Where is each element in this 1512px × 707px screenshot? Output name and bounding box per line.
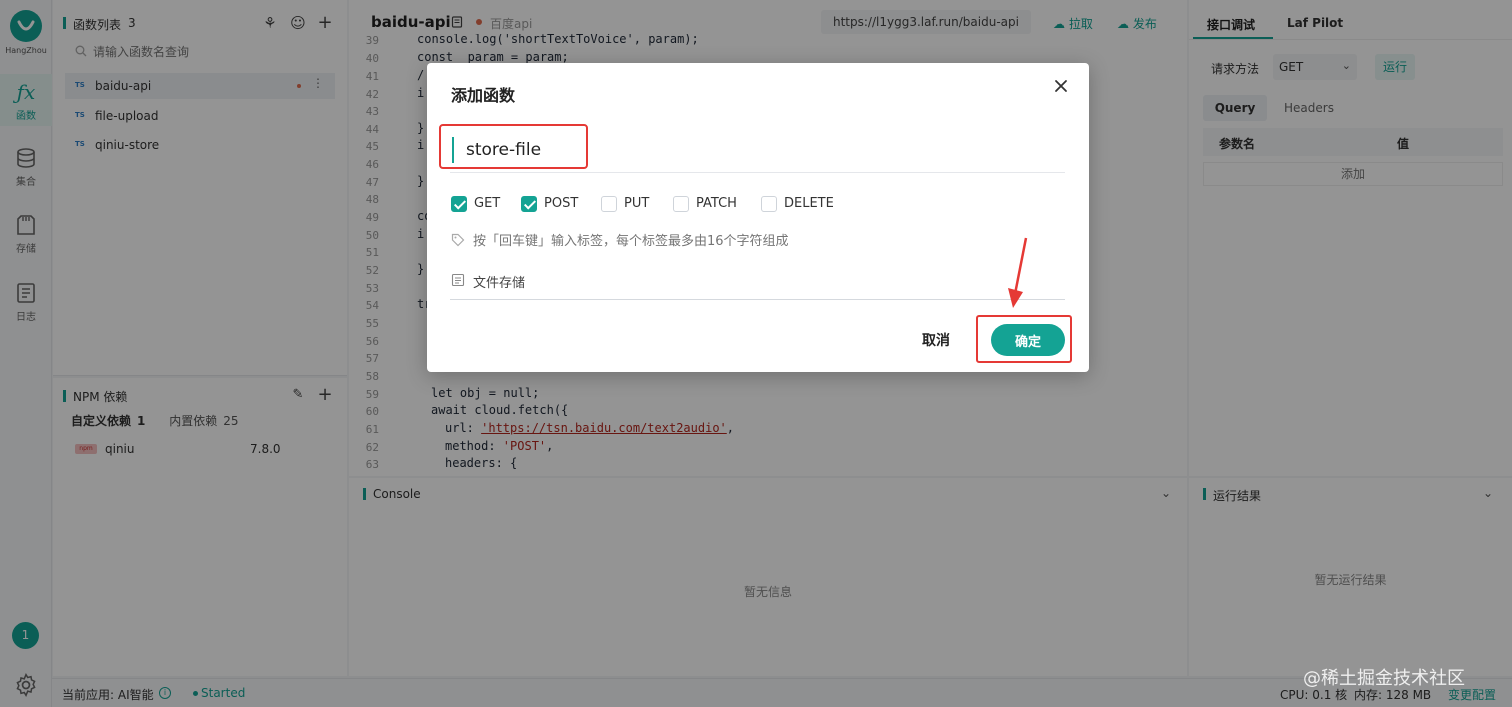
- annotation-arrow-icon: [1008, 237, 1028, 308]
- tag-icon: [451, 233, 465, 247]
- checkbox: [521, 196, 537, 212]
- checkbox: [451, 196, 467, 212]
- description-icon: [451, 273, 465, 287]
- checkbox: [673, 196, 689, 212]
- annotation-highlight-box: [439, 124, 588, 169]
- method-label: POST: [544, 196, 579, 211]
- close-icon[interactable]: [1052, 77, 1070, 95]
- watermark-text: @稀土掘金技术社区: [1303, 668, 1465, 689]
- method-label: PUT: [624, 196, 650, 211]
- method-label: PATCH: [696, 196, 737, 211]
- tag-input[interactable]: [473, 231, 1033, 251]
- checkbox: [761, 196, 777, 212]
- checkbox: [601, 196, 617, 212]
- dialog-title: 添加函数: [451, 86, 516, 105]
- tag-field: [451, 231, 1066, 251]
- add-function-dialog: 添加函数 GET POST PUT PATCH DELETE: [427, 63, 1089, 372]
- cancel-button[interactable]: 取消: [922, 330, 950, 350]
- description-field: [450, 268, 1065, 300]
- description-input[interactable]: [473, 271, 1033, 291]
- method-label: GET: [474, 196, 501, 211]
- method-label: DELETE: [784, 196, 834, 211]
- annotation-highlight-box: [976, 315, 1072, 363]
